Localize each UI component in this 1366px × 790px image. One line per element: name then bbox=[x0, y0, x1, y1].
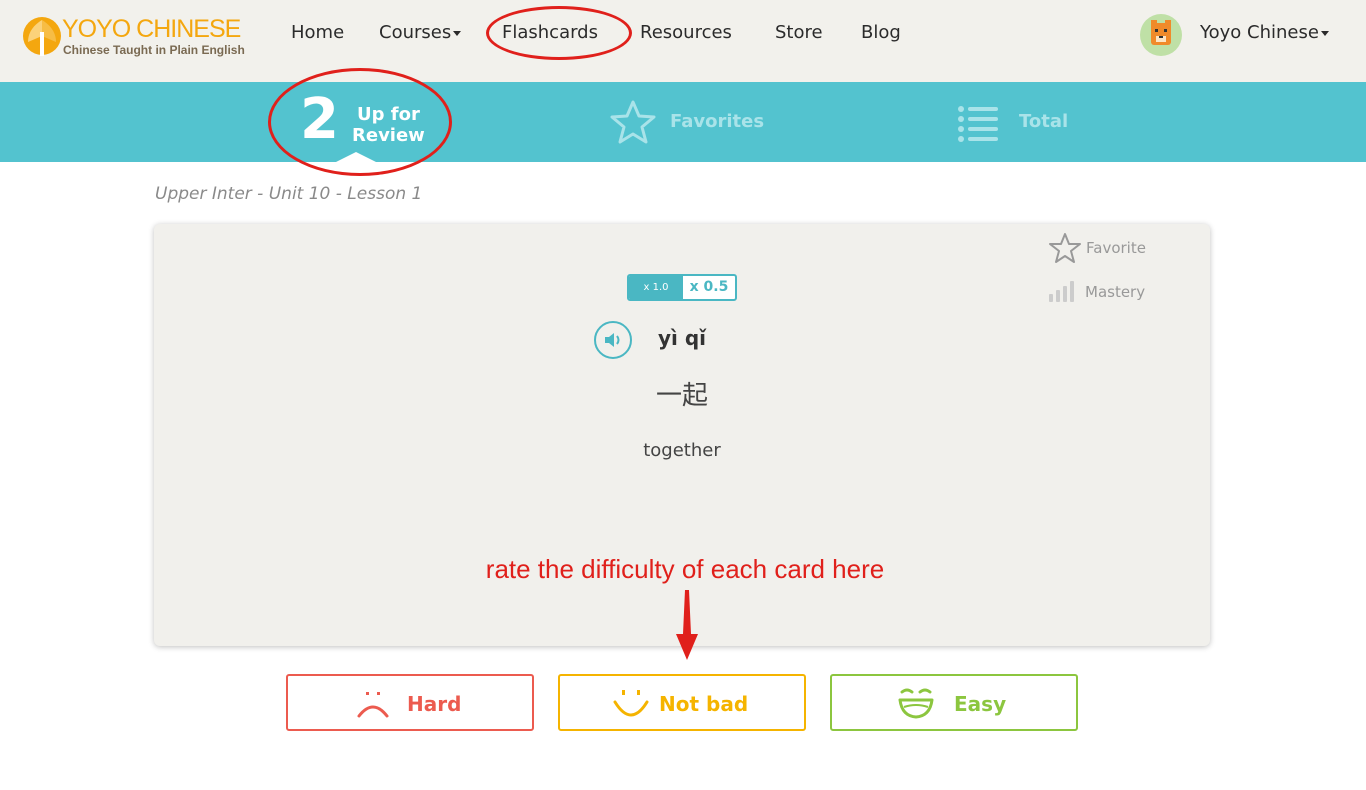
breadcrumb: Upper Inter - Unit 10 - Lesson 1 bbox=[155, 184, 423, 204]
chevron-down-icon bbox=[1320, 30, 1329, 36]
nav-blog[interactable]: Blog bbox=[861, 20, 901, 46]
annotation-note: rate the difficulty of each card here bbox=[485, 554, 885, 584]
logo-title: YOYO CHINESE bbox=[62, 15, 241, 43]
nav-flashcards[interactable]: Flashcards bbox=[502, 20, 598, 46]
speed-option-normal[interactable]: x 1.0 bbox=[629, 276, 683, 299]
review-label: Up for Review bbox=[352, 104, 425, 146]
speed-option-slow[interactable]: x 0.5 bbox=[683, 276, 735, 299]
nav-resources[interactable]: Resources bbox=[640, 20, 732, 46]
nav-courses[interactable]: Courses bbox=[379, 20, 462, 46]
annotation-arrow-icon bbox=[676, 590, 698, 660]
user-name: Yoyo Chinese bbox=[1200, 22, 1319, 43]
review-count: 2 bbox=[300, 87, 339, 152]
logo[interactable]: YOYO CHINESE Chinese Taught in Plain Eng… bbox=[22, 12, 245, 62]
user-menu[interactable]: Yoyo Chinese bbox=[1200, 20, 1329, 46]
nav-courses-label: Courses bbox=[379, 22, 452, 43]
easy-label: Easy bbox=[954, 692, 1007, 716]
english-meaning: together bbox=[643, 440, 721, 461]
not-bad-label: Not bad bbox=[659, 692, 749, 716]
top-navbar: YOYO CHINESE Chinese Taught in Plain Eng… bbox=[0, 0, 1366, 82]
total-label: Total bbox=[1019, 111, 1069, 132]
tiger-avatar-icon bbox=[1151, 20, 1171, 45]
favorite-label: Favorite bbox=[1086, 239, 1146, 257]
chevron-down-icon bbox=[453, 30, 462, 36]
star-icon bbox=[610, 100, 656, 144]
review-label-line1: Up for bbox=[356, 104, 420, 125]
star-icon bbox=[1049, 233, 1081, 263]
active-tab-indicator bbox=[336, 152, 376, 162]
signal-bars-icon bbox=[1049, 281, 1074, 302]
hard-button[interactable]: Hard bbox=[286, 674, 534, 731]
mastery-label: Mastery bbox=[1085, 283, 1146, 301]
list-icon bbox=[958, 106, 998, 142]
review-label-line2: Review bbox=[352, 125, 425, 146]
speaker-icon bbox=[605, 333, 620, 347]
play-audio-button[interactable] bbox=[594, 321, 632, 359]
avatar[interactable] bbox=[1140, 14, 1182, 56]
playback-speed-toggle: x 1.0 x 0.5 bbox=[627, 274, 737, 301]
pinyin: yì qǐ bbox=[657, 326, 707, 350]
sad-face-icon bbox=[357, 692, 389, 718]
nav-store[interactable]: Store bbox=[775, 20, 823, 46]
hanzi: 一起 bbox=[655, 381, 708, 411]
laughing-face-icon bbox=[898, 688, 934, 719]
tab-up-for-review[interactable]: 2 Up for Review bbox=[290, 82, 440, 162]
not-bad-button[interactable]: Not bad bbox=[558, 674, 806, 731]
flashcard-tabs: 2 Up for Review Favorites Total bbox=[0, 82, 1366, 162]
hard-label: Hard bbox=[407, 692, 462, 716]
yoyo-logo-icon bbox=[23, 17, 61, 56]
easy-button[interactable]: Easy bbox=[830, 674, 1078, 731]
nav-home[interactable]: Home bbox=[291, 20, 344, 46]
logo-subtitle: Chinese Taught in Plain English bbox=[63, 43, 245, 57]
favorites-label: Favorites bbox=[670, 111, 765, 132]
smile-face-icon bbox=[613, 690, 649, 717]
